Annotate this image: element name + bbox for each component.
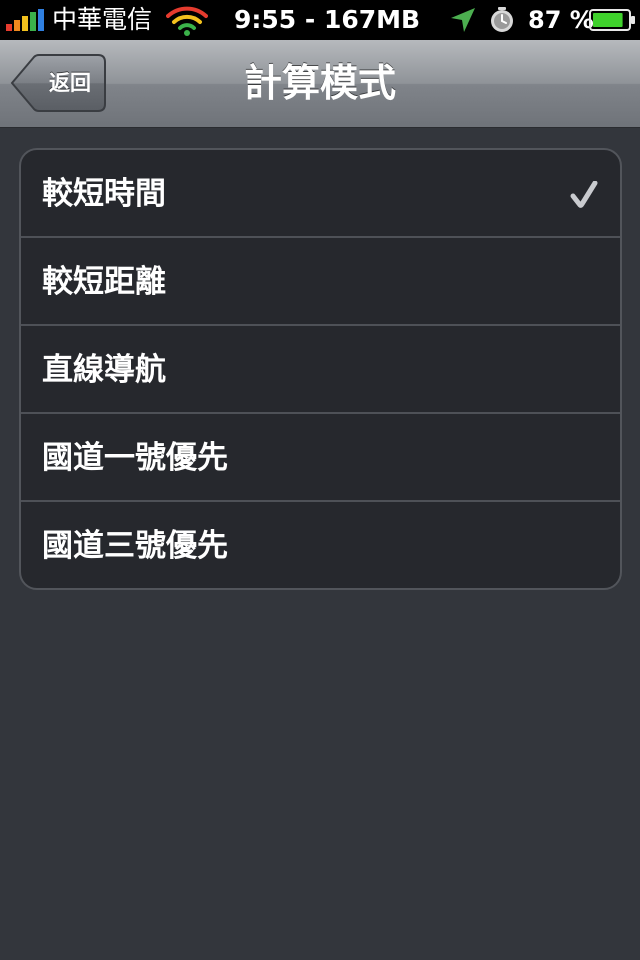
list-item-shortest-distance[interactable]: 較短距離: [21, 238, 620, 326]
list-item-freeway-1-priority[interactable]: 國道一號優先: [21, 414, 620, 502]
list-item-shortest-time[interactable]: 較短時間: [21, 150, 620, 238]
calculation-mode-list: 較短時間 較短距離 直線導航 國道一號優先 國道三號優先: [19, 148, 622, 590]
back-button[interactable]: 返回: [10, 54, 106, 112]
status-bar: 中華電信 9:55 - 167MB 87 %: [0, 0, 640, 40]
signal-icon: [6, 9, 44, 31]
navigation-bar: 返回 計算模式: [0, 40, 640, 128]
list-item-label: 國道一號優先: [42, 440, 228, 476]
page-title: 計算模式: [243, 61, 396, 105]
status-time: 9:55 - 167MB: [234, 5, 421, 34]
carrier-name: 中華電信: [52, 5, 153, 34]
back-button-label: 返回: [49, 71, 91, 95]
location-arrow-icon: [451, 8, 475, 32]
list-item-freeway-3-priority[interactable]: 國道三號優先: [21, 502, 620, 588]
wifi-icon: [166, 6, 208, 36]
list-item-label: 較短距離: [42, 264, 166, 300]
list-item-label: 國道三號優先: [42, 528, 228, 564]
battery-percent: 87 %: [528, 6, 594, 34]
list-item-label: 直線導航: [42, 352, 166, 388]
list-item-label: 較短時間: [42, 176, 166, 212]
battery-icon: [589, 9, 635, 31]
checkmark-icon: [570, 181, 598, 208]
list-item-straight-line[interactable]: 直線導航: [21, 326, 620, 414]
alarm-clock-icon: [491, 7, 513, 32]
